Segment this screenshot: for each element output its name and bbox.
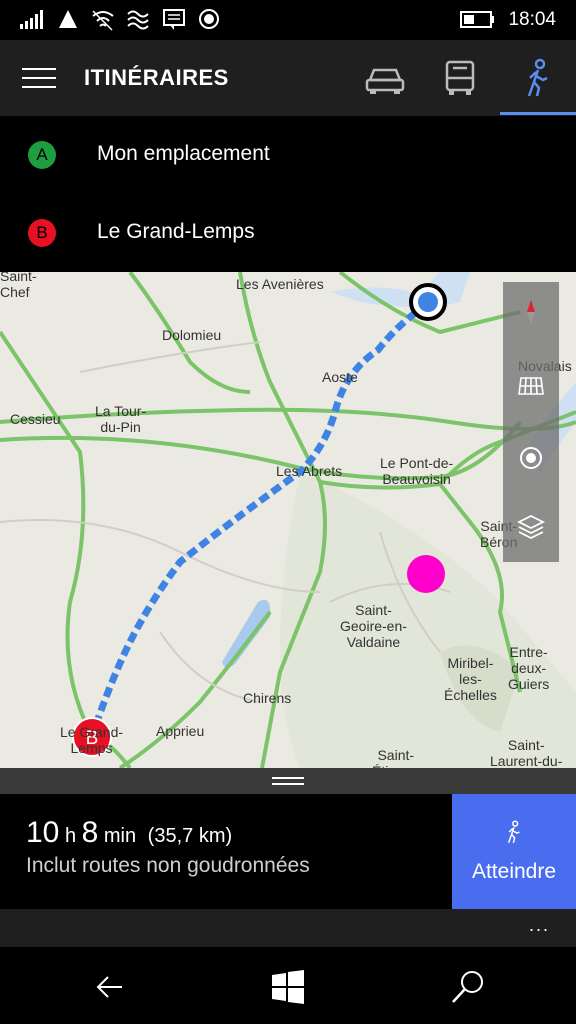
duration-minutes-unit: min [103,825,137,847]
place-label: Entre- deux- Guiers [508,644,550,692]
grip-icon [272,777,304,785]
destination-marker: B [28,219,56,247]
wifi-warning-icon [59,10,77,28]
system-nav-bar [0,947,576,1024]
place-label: Le Grand- Lemps [60,724,124,756]
search-icon[interactable] [448,967,488,1007]
place-label: La Tour- du-Pin [95,403,147,435]
map-controls [503,282,559,562]
layers-icon[interactable] [515,510,547,542]
duration-hours-unit: h [64,825,77,847]
selected-mode-indicator [500,112,576,115]
place-label: Le Pont-de- Beauvoisin [380,455,454,487]
go-button-label: Atteindre [471,860,557,883]
back-icon[interactable] [90,967,130,1007]
location-icon [199,9,219,29]
place-label: Miribel- les- Échelles [444,655,497,703]
vibrate-icon [127,10,149,30]
windows-icon[interactable] [268,967,308,1007]
go-button[interactable]: Atteindre [452,794,576,909]
place-label: Les Abrets [276,463,343,479]
bus-icon[interactable] [435,58,485,98]
walk-icon [507,820,520,844]
locate-icon[interactable] [515,442,547,474]
menu-icon[interactable] [22,68,56,90]
panel-drag-handle[interactable] [0,768,576,794]
wifi-icon [92,10,114,31]
app-header: ITINÉRAIRES [0,40,576,116]
route-note: Inclut routes non goudronnées [26,854,310,877]
place-label: Dolomieu [162,327,222,343]
place-label: Saint- Laurent-du- [490,737,563,768]
signal-icon [20,10,43,29]
clock: 18:04 [508,9,556,30]
place-label: Saint- Étienne [372,747,419,768]
status-bar: 18:04 [0,0,576,40]
page-title: ITINÉRAIRES [84,65,229,90]
origin-row[interactable]: A Mon emplacement [0,116,576,194]
poi-marker[interactable] [407,555,445,593]
place-label: Les Avenières [236,276,324,292]
route-duration: 10 h 8 min (35,7 km) [26,816,232,850]
more-options-button[interactable]: ... [529,915,550,936]
duration-hours: 10 [26,816,60,849]
route-points: A Mon emplacement B Le Grand-Lemps [0,116,576,272]
place-label: Apprieu [156,723,205,739]
origin-marker: A [28,141,56,169]
destination-label: Le Grand-Lemps [97,220,255,243]
app-bar: ... [0,909,576,947]
compass-icon[interactable] [515,296,547,328]
place-label: Saint- Chef [0,272,37,300]
place-label: Saint- Geoire-en- Valdaine [340,602,407,650]
duration-minutes: 8 [81,816,99,849]
destination-row[interactable]: B Le Grand-Lemps [0,194,576,272]
origin-label: Mon emplacement [97,142,270,165]
place-label: Cessieu [10,411,61,427]
grid-icon[interactable] [515,370,547,402]
route-distance: (35,7 km) [147,825,233,847]
walk-icon[interactable] [513,58,563,98]
place-label: Chirens [243,690,292,706]
route-summary: 10 h 8 min (35,7 km) Inclut routes non g… [0,794,576,909]
place-label: Aoste [322,369,358,385]
car-icon[interactable] [360,58,410,98]
battery-icon [460,11,494,28]
map-view[interactable]: B Saint- Chef Les Avenières Dolomieu Nov… [0,272,576,768]
message-icon [163,9,185,30]
